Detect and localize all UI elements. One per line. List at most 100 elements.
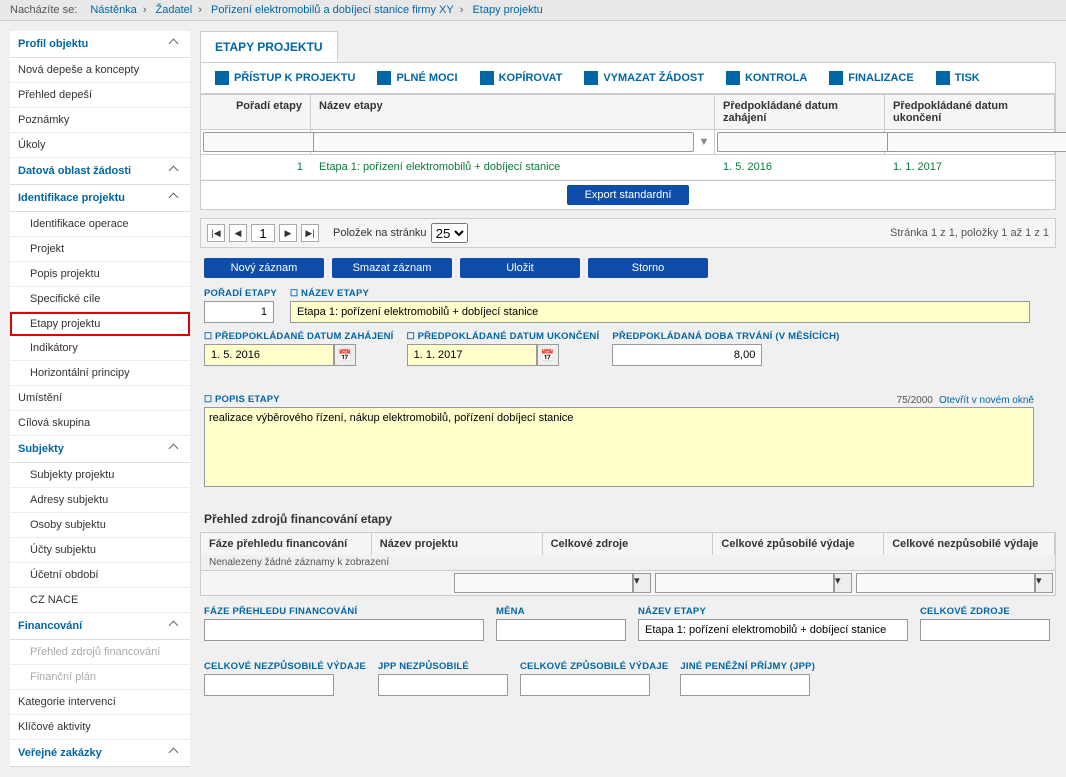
label-ukonceni: PŘEDPOKLÁDANÉ DATUM UKONČENÍ — [407, 331, 600, 342]
label-celkove-zdroje: CELKOVÉ ZDROJE — [920, 606, 1050, 617]
breadcrumb-item[interactable]: Žadatel — [156, 4, 193, 16]
label-faze: FÁZE PŘEHLEDU FINANCOVÁNÍ — [204, 606, 484, 617]
sidebar-item-ukoly[interactable]: Úkoly — [10, 133, 190, 158]
pager-last[interactable]: ▶| — [301, 224, 319, 242]
sidebar-item-poznamky[interactable]: Poznámky — [10, 108, 190, 133]
label-mena: MĚNA — [496, 606, 626, 617]
col-poradi[interactable]: Pořadí etapy — [201, 95, 311, 129]
sidebar-item-horizontalni-principy[interactable]: Horizontální principy — [10, 361, 190, 386]
breadcrumb: Nacházíte se: Nástěnka› Žadatel› Pořízen… — [0, 0, 1066, 21]
fin-col-celkove-zdroje[interactable]: Celkové zdroje — [543, 533, 714, 555]
sidebar-item-subjekty-projektu[interactable]: Subjekty projektu — [10, 463, 190, 488]
jpp-nezp-input[interactable] — [378, 674, 508, 696]
sidebar-section-subjekty[interactable]: Subjekty — [10, 436, 190, 463]
nazev-etapy-input[interactable] — [638, 619, 908, 641]
sidebar-item-projekt[interactable]: Projekt — [10, 237, 190, 262]
sidebar-item-osoby-subjektu[interactable]: Osoby subjektu — [10, 513, 190, 538]
sidebar-item-cz-nace[interactable]: CZ NACE — [10, 588, 190, 613]
calendar-icon[interactable]: 📅 — [537, 344, 559, 366]
storno-button[interactable]: Storno — [588, 258, 708, 278]
sidebar-item-specificke-cile[interactable]: Specifické cíle — [10, 287, 190, 312]
toolbar-tisk[interactable]: TISK — [926, 67, 990, 89]
sidebar-item-kategorie-intervenci[interactable]: Kategorie intervencí — [10, 690, 190, 715]
mena-input[interactable] — [496, 619, 626, 641]
novy-zaznam-button[interactable]: Nový záznam — [204, 258, 324, 278]
sidebar-item-prehled-depesi[interactable]: Přehled depeší — [10, 83, 190, 108]
etapy-grid: Pořadí etapy Název etapy Předpokládané d… — [200, 94, 1056, 181]
dropdown-icon[interactable]: ▾ — [1035, 573, 1053, 593]
sidebar-item-cilova-skupina[interactable]: Cílová skupina — [10, 411, 190, 436]
sidebar-section-financovani[interactable]: Financování — [10, 613, 190, 640]
chevron-up-icon — [170, 620, 182, 632]
sum-nezpusobile[interactable] — [856, 573, 1035, 593]
smazat-zaznam-button[interactable]: Smazat záznam — [332, 258, 452, 278]
toolbar-plne-moci[interactable]: PLNÉ MOCI — [367, 67, 467, 89]
faze-input[interactable] — [204, 619, 484, 641]
label-zahajeni: PŘEDPOKLÁDANÉ DATUM ZAHÁJENÍ — [204, 331, 394, 342]
nazev-input[interactable] — [290, 301, 1030, 323]
celkove-zp-input[interactable] — [520, 674, 650, 696]
trvani-input[interactable] — [612, 344, 762, 366]
sidebar-section-profil[interactable]: Profil objektu — [10, 31, 190, 58]
ukonceni-input[interactable] — [407, 344, 537, 366]
zahajeni-input[interactable] — [204, 344, 334, 366]
sidebar-section-datova[interactable]: Datová oblast žádosti — [10, 158, 190, 185]
export-button[interactable]: Export standardní — [567, 185, 690, 205]
open-new-window-link[interactable]: Otevřít v novém okně — [939, 395, 1034, 406]
celkove-nezp-input[interactable] — [204, 674, 334, 696]
col-zahajeni[interactable]: Předpokládané datum zahájení — [715, 95, 885, 129]
sidebar-item-popis-projektu[interactable]: Popis projektu — [10, 262, 190, 287]
cell-zahajeni: 1. 5. 2016 — [715, 159, 885, 175]
popis-textarea[interactable] — [204, 407, 1034, 487]
sidebar-section-identifikace[interactable]: Identifikace projektu — [10, 185, 190, 212]
sidebar-item-etapy-projektu[interactable]: Etapy projektu — [10, 312, 190, 336]
funnel-icon[interactable]: ▼ — [696, 132, 712, 152]
toolbar-finalizace[interactable]: FINALIZACE — [819, 67, 923, 89]
filter-zahajeni[interactable] — [717, 132, 904, 152]
pager-prev[interactable]: ◀ — [229, 224, 247, 242]
sum-zdroje[interactable] — [454, 573, 633, 593]
sidebar-item-identifikace-operace[interactable]: Identifikace operace — [10, 212, 190, 237]
toolbar-vymazat[interactable]: VYMAZAT ŽÁDOST — [574, 67, 714, 89]
poradi-input[interactable] — [204, 301, 274, 323]
sidebar-item-ucty-subjektu[interactable]: Účty subjektu — [10, 538, 190, 563]
breadcrumb-item[interactable]: Pořízení elektromobilů a dobíjecí stanic… — [211, 4, 454, 16]
fin-col-nezpusobile[interactable]: Celkové nezpůsobilé výdaje — [884, 533, 1055, 555]
ulozit-button[interactable]: Uložit — [460, 258, 580, 278]
sum-zpusobile[interactable] — [655, 573, 834, 593]
sidebar-item-nova-depese[interactable]: Nová depeše a koncepty — [10, 58, 190, 83]
dropdown-icon[interactable]: ▾ — [834, 573, 852, 593]
col-nazev[interactable]: Název etapy — [311, 95, 715, 129]
tab-etapy-projektu[interactable]: ETAPY PROJEKTU — [200, 31, 338, 62]
sidebar-item-adresy-subjektu[interactable]: Adresy subjektu — [10, 488, 190, 513]
calendar-icon[interactable]: 📅 — [334, 344, 356, 366]
pager-next[interactable]: ▶ — [279, 224, 297, 242]
fin-col-zpusobile[interactable]: Celkové způsobilé výdaje — [713, 533, 884, 555]
sidebar-item-klicove-aktivity[interactable]: Klíčové aktivity — [10, 715, 190, 740]
table-row[interactable]: 1 Etapa 1: pořízení elektromobilů + dobí… — [201, 155, 1055, 180]
col-ukonceni[interactable]: Předpokládané datum ukončení — [885, 95, 1055, 129]
fin-col-nazev[interactable]: Název projektu — [372, 533, 543, 555]
fin-col-faze[interactable]: Fáze přehledu financování — [201, 533, 372, 555]
sidebar-section-verejne-zakazky[interactable]: Veřejné zakázky — [10, 740, 190, 767]
pager-first[interactable]: |◀ — [207, 224, 225, 242]
pager-per-select[interactable]: 25 — [431, 223, 468, 243]
label-celkove-zp: CELKOVÉ ZPŮSOBILÉ VÝDAJE — [520, 661, 668, 672]
label-nazev-etapy: NÁZEV ETAPY — [638, 606, 908, 617]
sidebar-item-indikatory[interactable]: Indikátory — [10, 336, 190, 361]
toolbar-kopirovat[interactable]: KOPÍROVAT — [470, 67, 573, 89]
breadcrumb-item[interactable]: Nástěnka — [90, 4, 136, 16]
dropdown-icon[interactable]: ▾ — [633, 573, 651, 593]
filter-nazev[interactable] — [313, 132, 694, 152]
breadcrumb-item[interactable]: Etapy projektu — [472, 4, 542, 16]
sidebar-item-umisteni[interactable]: Umístění — [10, 386, 190, 411]
delete-icon — [584, 71, 598, 85]
main-content: ETAPY PROJEKTU PŘÍSTUP K PROJEKTU PLNÉ M… — [200, 31, 1056, 767]
jine-input[interactable] — [680, 674, 810, 696]
celkove-zdroje-input[interactable] — [920, 619, 1050, 641]
pager-page-input[interactable] — [251, 224, 275, 242]
toolbar-kontrola[interactable]: KONTROLA — [716, 67, 817, 89]
toolbar-pristup[interactable]: PŘÍSTUP K PROJEKTU — [205, 67, 365, 89]
filter-ukonceni[interactable] — [887, 132, 1066, 152]
sidebar-item-ucetni-obdobi[interactable]: Účetní období — [10, 563, 190, 588]
